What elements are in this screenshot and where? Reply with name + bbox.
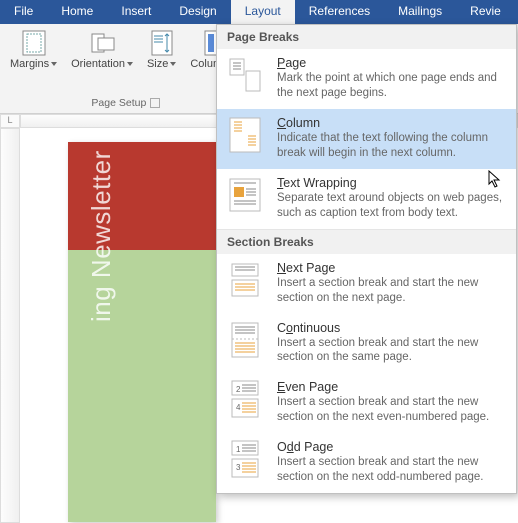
menu-item-desc: Separate text around objects on web page…	[277, 191, 506, 221]
tab-design[interactable]: Design	[165, 0, 230, 24]
svg-text:4: 4	[236, 403, 241, 412]
page-break-icon	[227, 56, 265, 94]
continuous-icon	[227, 321, 265, 359]
orientation-button[interactable]: Orientation	[67, 28, 137, 72]
menu-item-column[interactable]: ColumnColumn Indicate that the text foll…	[217, 109, 516, 169]
svg-text:3: 3	[236, 463, 241, 472]
tab-insert[interactable]: Insert	[107, 0, 165, 24]
menu-item-title: ColumnColumn	[277, 116, 506, 130]
menu-header-page-breaks: Page Breaks	[217, 25, 516, 49]
menu-item-desc: Indicate that the text following the col…	[277, 131, 506, 161]
size-label: Size	[147, 58, 168, 70]
svg-text:2: 2	[236, 385, 241, 394]
odd-page-icon: 13	[227, 440, 265, 478]
ruler-vertical[interactable]	[0, 128, 20, 523]
tab-review[interactable]: Revie	[456, 0, 515, 24]
margins-label: Margins	[10, 58, 49, 70]
page-title-text: ing Newsletter	[86, 150, 117, 322]
column-break-icon	[227, 116, 265, 154]
tab-home[interactable]: Home	[47, 0, 107, 24]
dialog-launcher-icon[interactable]	[150, 98, 160, 108]
menu-item-odd-page[interactable]: 13 Odd PageOdd Page Insert a section bre…	[217, 433, 516, 493]
group-page-setup: Margins Orientation Size Columns	[0, 24, 253, 113]
breaks-menu: Page Breaks PPageage Mark the point at w…	[216, 24, 517, 494]
page[interactable]: ing Newsletter	[68, 142, 216, 522]
menu-item-title: Odd PageOdd Page	[277, 440, 506, 454]
menu-item-title: Text WrappingText Wrapping	[277, 176, 506, 190]
tab-references[interactable]: References	[295, 0, 384, 24]
size-icon	[149, 30, 175, 56]
menu-item-next-page[interactable]: Next PageNext Page Insert a section brea…	[217, 254, 516, 314]
svg-text:1: 1	[236, 445, 241, 454]
menu-item-even-page[interactable]: 24 Even PageEven Page Insert a section b…	[217, 373, 516, 433]
chevron-down-icon	[127, 62, 133, 66]
mouse-cursor-icon	[488, 170, 504, 190]
menu-item-page[interactable]: PPageage Mark the point at which one pag…	[217, 49, 516, 109]
menu-item-desc: Insert a section break and start the new…	[277, 276, 506, 306]
text-wrapping-icon	[227, 176, 265, 214]
menu-item-title: PPageage	[277, 56, 506, 70]
menu-header-section-breaks: Section Breaks	[217, 229, 516, 254]
chevron-down-icon	[51, 62, 57, 66]
ruler-corner: L	[0, 114, 20, 128]
next-page-icon	[227, 261, 265, 299]
orientation-label: Orientation	[71, 58, 125, 70]
tab-layout[interactable]: Layout	[231, 0, 295, 24]
menu-item-title: ContinuousContinuous	[277, 321, 506, 335]
size-button[interactable]: Size	[143, 28, 180, 72]
even-page-icon: 24	[227, 380, 265, 418]
group-page-setup-label: Page Setup	[91, 97, 146, 109]
menu-item-desc: Insert a section break and start the new…	[277, 336, 506, 366]
margins-button[interactable]: Margins	[6, 28, 61, 72]
ribbon-tabs: File Home Insert Design Layout Reference…	[0, 0, 518, 24]
margins-icon	[21, 30, 47, 56]
menu-item-desc: Insert a section break and start the new…	[277, 395, 506, 425]
orientation-icon	[89, 30, 115, 56]
chevron-down-icon	[170, 62, 176, 66]
menu-item-title: Even PageEven Page	[277, 380, 506, 394]
tab-mailings[interactable]: Mailings	[384, 0, 456, 24]
tab-file[interactable]: File	[0, 0, 47, 24]
menu-item-text-wrapping[interactable]: Text WrappingText Wrapping Separate text…	[217, 169, 516, 229]
menu-item-title: Next PageNext Page	[277, 261, 506, 275]
menu-item-continuous[interactable]: ContinuousContinuous Insert a section br…	[217, 314, 516, 374]
menu-item-desc: Insert a section break and start the new…	[277, 455, 506, 485]
menu-item-desc: Mark the point at which one page ends an…	[277, 71, 506, 101]
